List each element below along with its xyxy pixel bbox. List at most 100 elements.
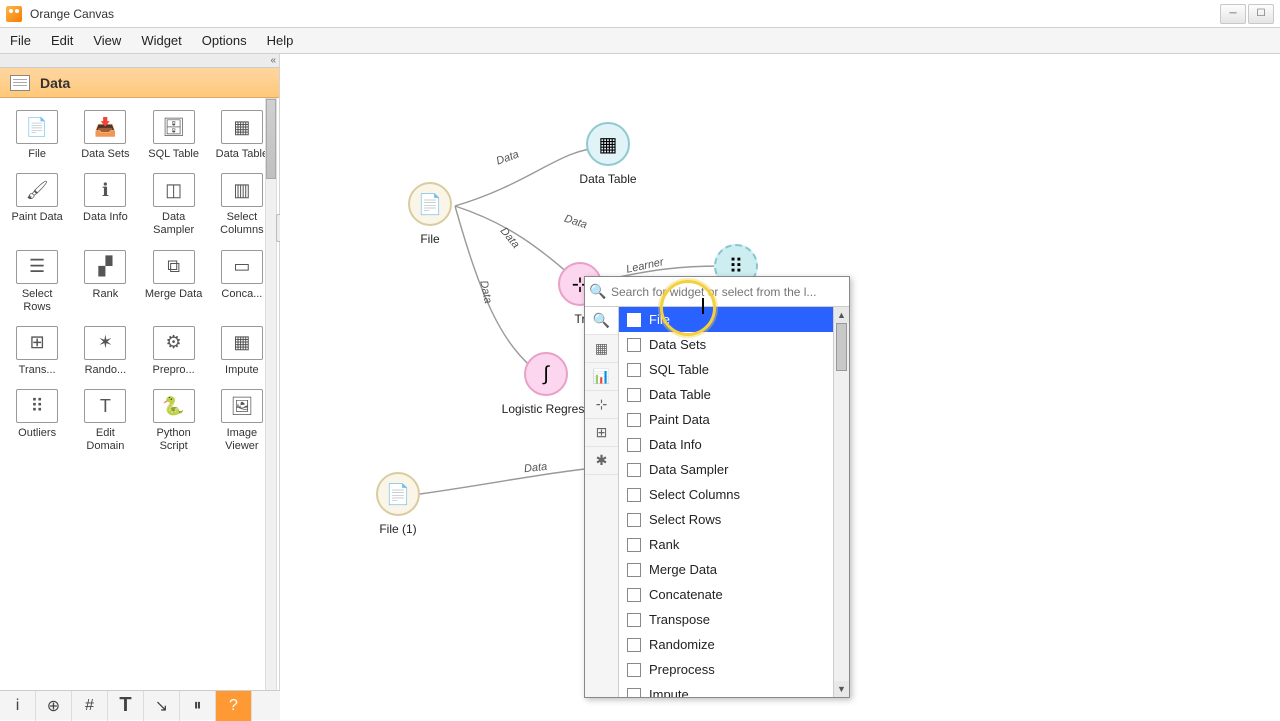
item-label: Select Rows xyxy=(649,512,721,527)
widget-trans-[interactable]: ⊞Trans... xyxy=(4,322,70,381)
popup-scrollbar[interactable]: ▲ ▼ xyxy=(833,307,849,697)
widget-data-sets[interactable]: 📥Data Sets xyxy=(72,106,138,165)
widget-data-info[interactable]: ℹData Info xyxy=(72,169,138,241)
widget-icon: ✶ xyxy=(84,326,126,360)
zoomfit-tool-icon[interactable]: ⊕ xyxy=(36,691,72,721)
popup-item-select-rows[interactable]: Select Rows xyxy=(619,507,849,532)
menu-view[interactable]: View xyxy=(83,28,131,53)
widget-icon: 🖌 xyxy=(16,173,58,207)
widget-select-rows[interactable]: ☰Select Rows xyxy=(4,246,70,318)
widget-sidebar: « Data 📄File📥Data Sets🗄SQL Table▦Data Ta… xyxy=(0,54,280,720)
popup-item-sql-table[interactable]: SQL Table xyxy=(619,357,849,382)
widget-icon: 📥 xyxy=(84,110,126,144)
item-label: SQL Table xyxy=(649,362,709,377)
item-label: Preprocess xyxy=(649,662,715,677)
item-icon xyxy=(627,513,641,527)
menu-options[interactable]: Options xyxy=(192,28,257,53)
node-datatable[interactable]: ▦ Data Table xyxy=(580,116,636,172)
menu-widget[interactable]: Widget xyxy=(131,28,191,53)
maximize-button[interactable]: ☐ xyxy=(1248,4,1274,24)
popup-item-file[interactable]: File xyxy=(619,307,849,332)
item-icon xyxy=(627,338,641,352)
widget-edit-domain[interactable]: TEdit Domain xyxy=(72,385,138,457)
popup-item-concatenate[interactable]: Concatenate xyxy=(619,582,849,607)
widget-outliers[interactable]: ⠿Outliers xyxy=(4,385,70,457)
sidebar-scrollbar[interactable] xyxy=(265,98,277,718)
widget-icon: ⠿ xyxy=(16,389,58,423)
widget-file[interactable]: 📄File xyxy=(4,106,70,165)
popup-cat-data-icon[interactable]: ▦ xyxy=(585,335,618,363)
curve-icon: ∫ xyxy=(524,352,568,396)
node-file[interactable]: 📄 File xyxy=(402,176,458,232)
scroll-down-icon[interactable]: ▼ xyxy=(834,681,849,697)
widget-icon: ▦ xyxy=(221,110,263,144)
grid-tool-icon[interactable]: # xyxy=(72,691,108,721)
popup-item-randomize[interactable]: Randomize xyxy=(619,632,849,657)
data-category-icon xyxy=(10,75,30,91)
popup-cat-visualize-icon[interactable]: 📊 xyxy=(585,363,618,391)
popup-item-merge-data[interactable]: Merge Data xyxy=(619,557,849,582)
widget-merge-data[interactable]: ⧉Merge Data xyxy=(141,246,207,318)
popup-item-select-columns[interactable]: Select Columns xyxy=(619,482,849,507)
widget-label: Image Viewer xyxy=(213,427,271,453)
popup-item-data-info[interactable]: Data Info xyxy=(619,432,849,457)
widget-paint-data[interactable]: 🖌Paint Data xyxy=(4,169,70,241)
item-icon xyxy=(627,613,641,627)
menu-file[interactable]: File xyxy=(0,28,41,53)
popup-item-rank[interactable]: Rank xyxy=(619,532,849,557)
widget-label: Prepro... xyxy=(153,364,195,377)
widget-rank[interactable]: ▞Rank xyxy=(72,246,138,318)
widget-icon: ⚙ xyxy=(153,326,195,360)
widget-rando-[interactable]: ✶Rando... xyxy=(72,322,138,381)
menubar: File Edit View Widget Options Help xyxy=(0,28,1280,54)
collapse-icon[interactable]: « xyxy=(270,55,276,66)
table-icon: ▦ xyxy=(586,122,630,166)
arrow-tool-icon[interactable]: ↘ xyxy=(144,691,180,721)
item-icon xyxy=(627,488,641,502)
node-logistic-label: Logistic Regress xyxy=(502,402,591,416)
popup-cat-evaluate-icon[interactable]: ⊞ xyxy=(585,419,618,447)
panel-header: « xyxy=(0,54,279,68)
widget-search-popup: 🔍 🔍 ▦ 📊 ⊹ ⊞ ✱ FileData SetsSQL TableData… xyxy=(584,276,850,698)
popup-item-data-sets[interactable]: Data Sets xyxy=(619,332,849,357)
widget-data-sampler[interactable]: ◫Data Sampler xyxy=(141,169,207,241)
edge-label: Data xyxy=(495,148,521,167)
popup-cat-unsupervised-icon[interactable]: ✱ xyxy=(585,447,618,475)
popup-item-preprocess[interactable]: Preprocess xyxy=(619,657,849,682)
help-tool-icon[interactable]: ? xyxy=(216,691,252,721)
menu-help[interactable]: Help xyxy=(257,28,304,53)
popup-cat-search-icon[interactable]: 🔍 xyxy=(585,307,618,335)
menu-edit[interactable]: Edit xyxy=(41,28,83,53)
widget-sql-table[interactable]: 🗄SQL Table xyxy=(141,106,207,165)
widget-search-input[interactable] xyxy=(611,285,849,299)
popup-item-data-table[interactable]: Data Table xyxy=(619,382,849,407)
info-tool-icon[interactable]: i xyxy=(0,691,36,721)
item-icon xyxy=(627,663,641,677)
item-icon xyxy=(627,538,641,552)
workflow-canvas[interactable]: 📄 File ▦ Data Table ⊹ Tr ∫ Logistic Regr… xyxy=(280,54,1280,720)
popup-cat-model-icon[interactable]: ⊹ xyxy=(585,391,618,419)
popup-item-impute[interactable]: Impute xyxy=(619,682,849,697)
widget-prepro-[interactable]: ⚙ Prepro... xyxy=(141,322,207,381)
category-title[interactable]: Data xyxy=(0,68,279,98)
node-logistic[interactable]: ∫ Logistic Regress xyxy=(518,346,574,402)
popup-item-data-sampler[interactable]: Data Sampler xyxy=(619,457,849,482)
item-label: Select Columns xyxy=(649,487,740,502)
widget-label: Impute xyxy=(225,364,259,377)
widget-python-script[interactable]: 🐍Python Script xyxy=(141,385,207,457)
item-icon xyxy=(627,588,641,602)
scroll-up-icon[interactable]: ▲ xyxy=(834,307,849,323)
node-file1[interactable]: 📄 File (1) xyxy=(370,466,426,522)
edge-label: Learner xyxy=(625,256,665,276)
item-icon xyxy=(627,638,641,652)
item-label: Paint Data xyxy=(649,412,710,427)
widget-icon: ◫ xyxy=(153,173,195,207)
pause-tool-icon[interactable]: ⏸ xyxy=(180,691,216,721)
popup-item-paint-data[interactable]: Paint Data xyxy=(619,407,849,432)
widget-label: Trans... xyxy=(19,364,56,377)
minimize-button[interactable]: ─ xyxy=(1220,4,1246,24)
widget-label: Select Columns xyxy=(213,211,271,237)
text-tool-icon[interactable]: T xyxy=(108,691,144,721)
popup-item-transpose[interactable]: Transpose xyxy=(619,607,849,632)
node-datatable-label: Data Table xyxy=(579,172,636,186)
